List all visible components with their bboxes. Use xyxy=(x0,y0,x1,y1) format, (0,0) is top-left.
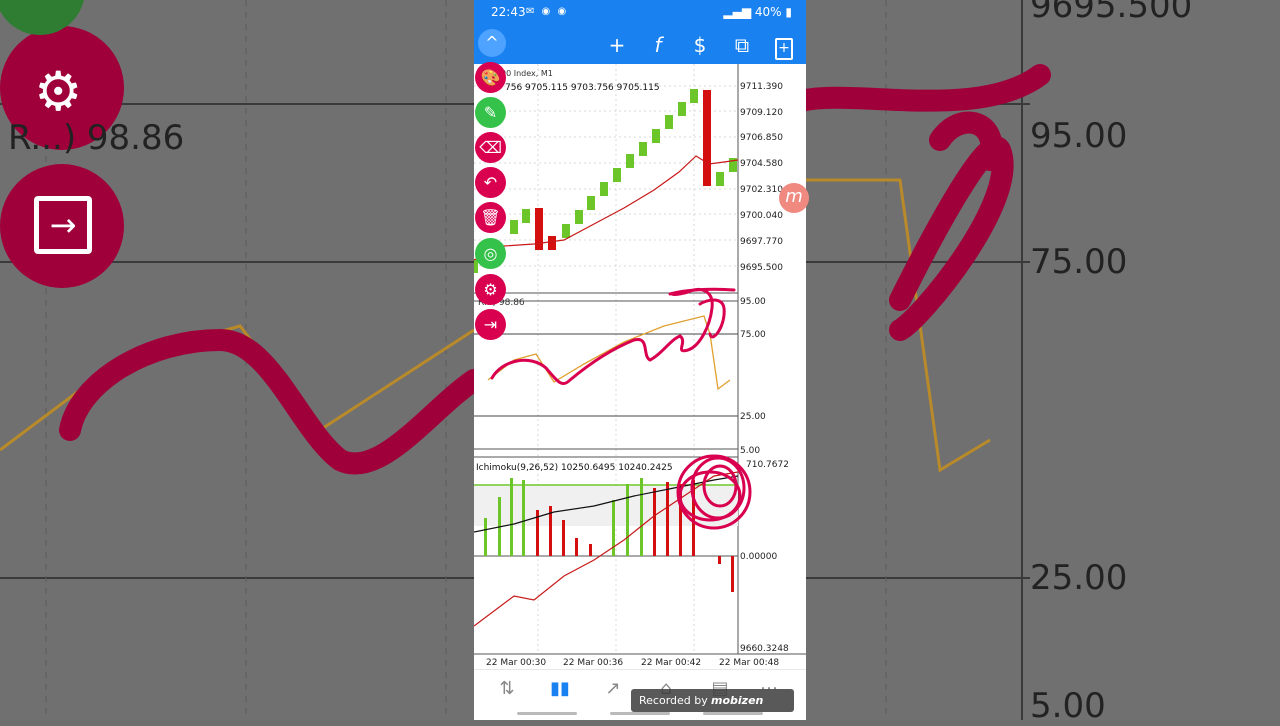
recorder-brand: mobizen xyxy=(711,694,764,707)
rsi-level-label: 75.00 xyxy=(740,330,766,340)
indicators-button[interactable]: f xyxy=(645,32,671,58)
exit-button[interactable]: ⇥ xyxy=(475,309,506,340)
ichimoku-bottom-value: 9660.3248 xyxy=(740,644,789,654)
hide-drawing-button[interactable]: ◎ xyxy=(475,238,506,269)
nav-quotes[interactable]: ⇅ xyxy=(493,678,521,702)
ichimoku-top-value: 710.7672 xyxy=(746,460,789,470)
function-icon: f xyxy=(654,33,662,57)
crosshair-button[interactable]: + xyxy=(604,32,630,58)
home-bar xyxy=(610,712,670,715)
status-time: 22:43 xyxy=(491,5,526,19)
bg-price-top: 9695.500 xyxy=(1030,0,1193,26)
home-bar xyxy=(517,712,577,715)
windows-icon: ⧉ xyxy=(734,33,750,57)
hide-icon: ◎ xyxy=(483,244,498,263)
bg-level-5: 5.00 xyxy=(1030,686,1106,726)
undo-button[interactable]: ↶ xyxy=(475,167,506,198)
chart-toolbar: ^ + f $ ⧉ + xyxy=(474,26,806,64)
time-axis-label: 22 Mar 00:42 xyxy=(641,658,701,668)
chevron-up-icon: ^ xyxy=(485,33,499,52)
gear-icon: ⚙ xyxy=(483,280,498,299)
price-label: 9695.500 xyxy=(740,263,783,273)
recorder-label: Recorded by xyxy=(639,694,708,707)
price-label: 9704.580 xyxy=(740,159,783,169)
crosshair-icon: + xyxy=(608,33,626,57)
ichimoku-zero-label: 0.00000 xyxy=(740,552,777,562)
phone-screen: 22:43 ✉ ◉ ◉ ▂▄▆ 40% ▮ ^ + f $ ⧉ + 00 Ind… xyxy=(474,0,806,720)
bg-level-25: 25.00 xyxy=(1030,558,1128,598)
time-axis-label: 22 Mar 00:36 xyxy=(563,658,623,668)
status-right: ▂▄▆ 40% ▮ xyxy=(723,5,792,19)
notification-icons: ✉ ◉ ◉ xyxy=(526,6,569,17)
bg-rsi-value: R...) 98.86 xyxy=(8,118,185,158)
palette-button[interactable]: 🎨 xyxy=(475,62,506,93)
mobizen-floating-icon[interactable]: m xyxy=(779,183,809,213)
eraser-button[interactable]: ⌫ xyxy=(475,132,506,163)
time-axis-label: 22 Mar 00:48 xyxy=(719,658,779,668)
exit-icon: ⇥ xyxy=(483,315,498,334)
time-axis-label: 22 Mar 00:30 xyxy=(486,658,546,668)
new-order-button[interactable]: + xyxy=(771,32,797,60)
quotes-icon: ⇅ xyxy=(499,678,515,699)
settings-button[interactable]: ⚙ xyxy=(475,274,506,305)
rsi-level-label: 5.00 xyxy=(740,446,760,456)
chart-icon: ▮▮ xyxy=(550,678,570,699)
status-bar: 22:43 ✉ ◉ ◉ ▂▄▆ 40% ▮ xyxy=(474,0,806,26)
symbol-icon: $ xyxy=(693,33,707,57)
bg-level-95: 95.00 xyxy=(1030,116,1128,156)
price-label: 9709.120 xyxy=(740,108,783,118)
price-label: 9706.850 xyxy=(740,133,783,143)
rsi-level-label: 25.00 xyxy=(740,412,766,422)
price-label: 9700.040 xyxy=(740,211,783,221)
windows-button[interactable]: ⧉ xyxy=(729,32,755,58)
signal-icon: ▂▄▆ xyxy=(723,5,755,19)
home-bar xyxy=(703,712,763,715)
battery-icon: ▮ xyxy=(781,5,792,19)
price-label: 9697.770 xyxy=(740,237,783,247)
bg-gear-icon: ⚙ xyxy=(34,60,83,123)
collapse-up-button[interactable]: ^ xyxy=(478,29,506,57)
brush-button[interactable]: ✎ xyxy=(475,97,506,128)
main-chart-title: 00 Index, M1 xyxy=(501,69,553,78)
trash-icon: 🗑 xyxy=(480,208,501,227)
recorder-watermark: Recorded by mobizen xyxy=(631,689,794,712)
nav-chart[interactable]: ▮▮ xyxy=(546,678,574,702)
battery-level: 40% xyxy=(754,5,782,19)
ichimoku-title: Ichimoku(9,26,52) 10250.6495 10240.2425 xyxy=(476,463,673,473)
palette-icon: 🎨 xyxy=(480,68,501,87)
rsi-level-label: 95.00 xyxy=(740,297,766,307)
price-label: 9711.390 xyxy=(740,82,783,92)
bg-level-75: 75.00 xyxy=(1030,242,1128,282)
bg-exit-icon: → xyxy=(34,196,92,254)
new-order-icon: + xyxy=(775,38,793,60)
nav-trade[interactable]: ↗ xyxy=(599,678,627,702)
eraser-icon: ⌫ xyxy=(479,138,502,157)
undo-icon: ↶ xyxy=(483,173,498,192)
trade-icon: ↗ xyxy=(605,678,621,699)
price-label: 9702.310 xyxy=(740,185,783,195)
chart-area[interactable]: 00 Index, M1 756 9705.115 9703.756 9705.… xyxy=(474,64,806,669)
symbols-button[interactable]: $ xyxy=(687,32,713,58)
brush-icon: ✎ xyxy=(483,103,498,122)
trash-button[interactable]: 🗑 xyxy=(475,202,506,233)
main-chart-ohlc: 756 9705.115 9703.756 9705.115 xyxy=(505,83,660,93)
